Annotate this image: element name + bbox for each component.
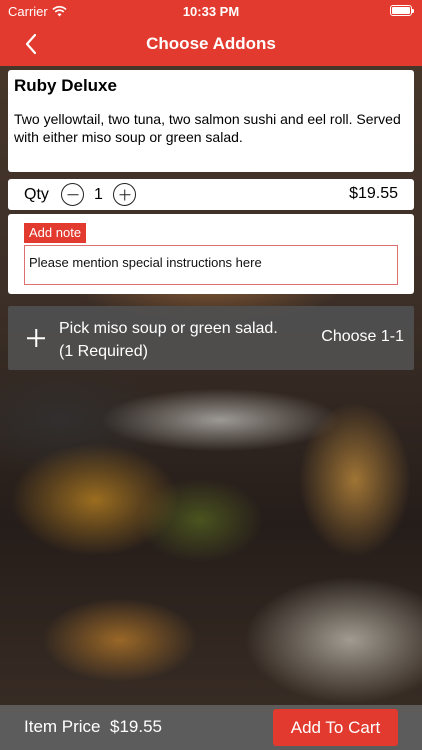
add-to-cart-button[interactable]: Add To Cart xyxy=(273,709,398,746)
note-card: Add note Please mention special instruct… xyxy=(8,214,414,294)
item-name: Ruby Deluxe xyxy=(14,76,117,95)
battery-icon xyxy=(390,5,414,16)
addon-group-name: Pick miso soup or green salad. xyxy=(59,320,278,337)
add-note-label: Add note xyxy=(24,223,87,243)
increase-quantity-button[interactable] xyxy=(113,183,136,206)
status-bar: Carrier 10:33 PM xyxy=(0,0,422,22)
quantity-value: 1 xyxy=(94,186,103,203)
navigation-bar: Choose Addons xyxy=(0,22,422,66)
special-instructions-field[interactable]: Please mention special instructions here xyxy=(24,245,398,285)
plus-icon xyxy=(26,328,46,348)
item-description: Two yellowtail, two tuna, two salmon sus… xyxy=(14,111,401,145)
item-price-value: $19.55 xyxy=(110,717,162,736)
status-time: 10:33 PM xyxy=(182,4,240,19)
item-details-card: Ruby Deluxe Two yellowtail, two tuna, tw… xyxy=(8,70,414,172)
decrease-quantity-button[interactable] xyxy=(61,183,84,206)
quantity-row: Qty 1 $19.55 xyxy=(8,179,414,210)
item-price-label: Item Price xyxy=(24,717,101,736)
addon-group-row[interactable]: Pick miso soup or green salad. (1 Requir… xyxy=(8,306,414,370)
bottom-bar: Item Price $19.55 Add To Cart xyxy=(0,705,422,750)
quantity-label: Qty xyxy=(24,186,49,203)
addon-choose-count: Choose 1-1 xyxy=(321,328,404,345)
page-title: Choose Addons xyxy=(146,34,276,53)
quantity-price: $19.55 xyxy=(349,185,398,202)
addon-group-requirement: (1 Required) xyxy=(59,343,148,360)
addon-group-title: Pick miso soup or green salad. (1 Requir… xyxy=(59,317,309,363)
